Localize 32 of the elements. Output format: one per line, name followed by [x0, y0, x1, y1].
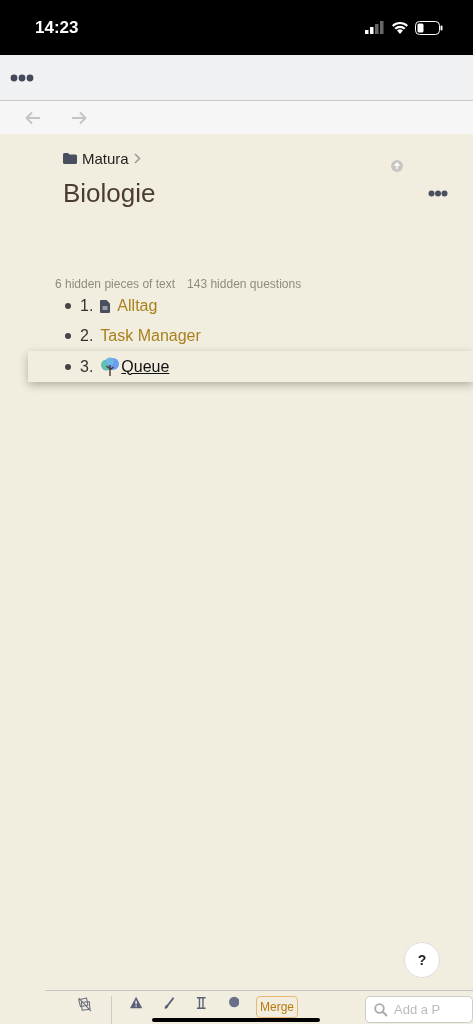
tree-icon: [100, 356, 121, 377]
list-item[interactable]: 1. Alltag: [0, 291, 473, 321]
item-link[interactable]: Queue: [121, 357, 170, 376]
signal-icon: [365, 21, 385, 34]
hidden-count: 6 hidden pieces of text: [55, 277, 176, 291]
bullet-icon: [65, 303, 71, 309]
cards-crossed-icon[interactable]: [77, 996, 93, 1014]
search-icon: [374, 1003, 388, 1017]
document-icon: [100, 299, 111, 313]
list-item[interactable]: 2. Task Manager: [0, 321, 473, 351]
chevron-icon: [133, 153, 141, 164]
bullet-icon: [65, 363, 71, 370]
warning-icon[interactable]: [129, 996, 142, 1009]
brush-icon[interactable]: [163, 996, 175, 1010]
page-title: Biologie: [63, 178, 156, 209]
circle-icon[interactable]: [228, 996, 239, 1008]
battery-icon: [415, 20, 443, 35]
item-number: 2.: [80, 327, 94, 345]
breadcrumb-link[interactable]: Matura: [82, 150, 129, 167]
help-button[interactable]: ?: [404, 942, 440, 978]
item-number: 3.: [80, 357, 94, 376]
item-number: 1.: [80, 297, 94, 315]
more-icon[interactable]: [428, 190, 448, 197]
selected-list-item[interactable]: 3. Queue: [28, 351, 473, 382]
bullet-icon: [65, 333, 71, 339]
hidden-count: 143 hidden questions: [187, 277, 302, 291]
more-icon[interactable]: [10, 73, 34, 82]
clock: 14:23: [35, 17, 79, 38]
folder-icon: [63, 153, 77, 164]
search-field[interactable]: Add a P: [365, 996, 473, 1023]
text-cursor-icon[interactable]: [196, 996, 207, 1010]
wifi-icon: [391, 21, 409, 34]
